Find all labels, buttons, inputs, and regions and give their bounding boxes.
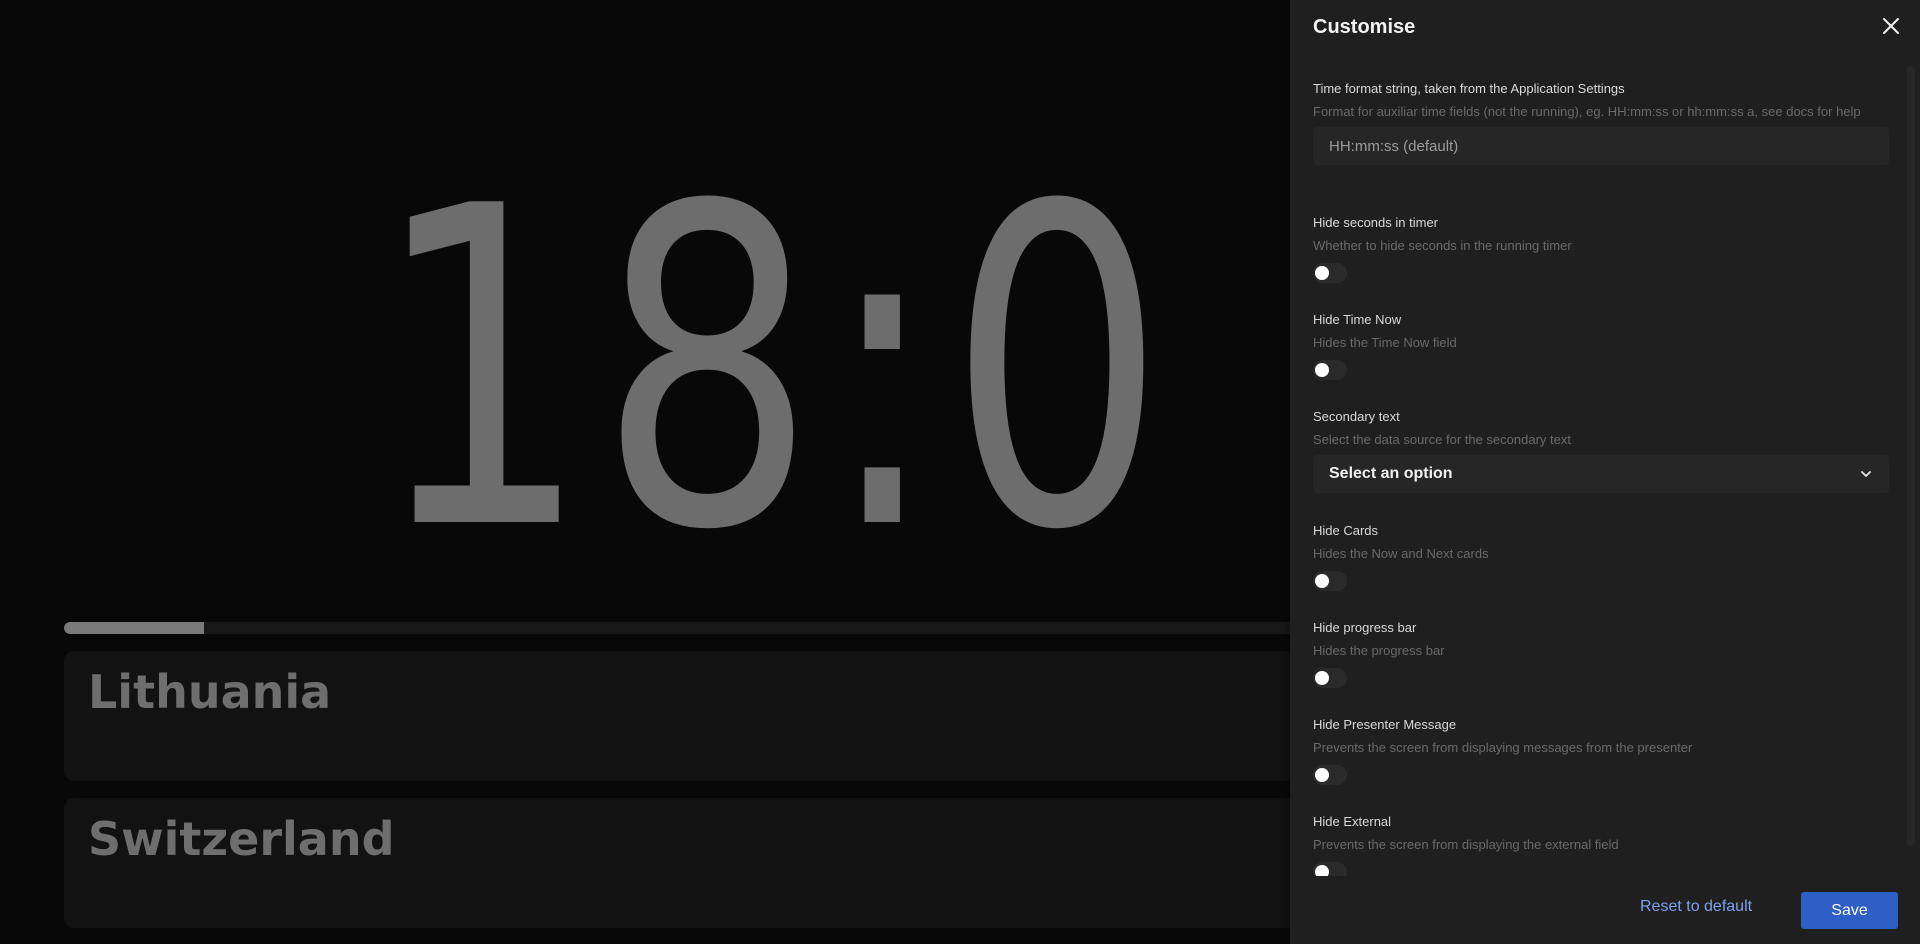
field-label: Time format string, taken from the Appli… [1313,81,1625,96]
field-hide-cards: Hide Cards Hides the Now and Next cards [1313,522,1889,591]
field-description: Hides the progress bar [1313,643,1445,658]
toggle-knob [1315,363,1329,377]
hide-progress-bar-toggle[interactable] [1313,668,1347,688]
now-card-title: Lithuania [88,665,332,719]
field-label: Hide External [1313,814,1392,829]
save-button[interactable]: Save [1801,892,1898,929]
toggle-knob [1315,671,1329,685]
field-description: Select the data source for the secondary… [1313,432,1571,447]
close-icon [1883,18,1899,34]
hide-cards-toggle[interactable] [1313,571,1347,591]
field-description: Prevents the screen from displaying mess… [1313,740,1693,755]
field-hide-presenter-message: Hide Presenter Message Prevents the scre… [1313,716,1889,785]
settings-list: Time format string, taken from the Appli… [1290,66,1920,876]
field-description: Prevents the screen from displaying the … [1313,837,1619,852]
field-label: Hide seconds in timer [1313,215,1438,230]
field-description: Format for auxiliar time fields (not the… [1313,104,1861,119]
hide-seconds-toggle[interactable] [1313,263,1347,283]
field-label: Hide Time Now [1313,312,1402,327]
secondary-text-select[interactable]: Select an option [1313,455,1889,493]
hide-time-now-toggle[interactable] [1313,360,1347,380]
reset-to-default-button[interactable]: Reset to default [1640,898,1752,916]
toggle-knob [1315,574,1329,588]
next-card-title: Switzerland [88,812,395,866]
field-label: Hide Cards [1313,523,1379,538]
toggle-knob [1315,768,1329,782]
hide-presenter-message-toggle[interactable] [1313,765,1347,785]
field-time-format: Time format string, taken from the Appli… [1313,80,1889,165]
field-secondary-text: Secondary text Select the data source fo… [1313,408,1889,493]
select-value: Select an option [1329,465,1453,482]
drawer-footer: Reset to default Save [1290,890,1920,930]
progress-bar-fill [64,622,204,634]
chevron-down-icon [1861,471,1871,477]
customise-drawer: Customise Time format string, taken from… [1290,0,1920,944]
field-hide-time-now: Hide Time Now Hides the Time Now field [1313,311,1889,380]
field-hide-external: Hide External Prevents the screen from d… [1313,813,1889,876]
field-description: Hides the Time Now field [1313,335,1457,350]
field-description: Whether to hide seconds in the running t… [1313,238,1572,253]
field-hide-seconds: Hide seconds in timer Whether to hide se… [1313,214,1889,283]
hide-external-toggle[interactable] [1313,862,1347,876]
field-hide-progress-bar: Hide progress bar Hides the progress bar [1313,619,1889,688]
toggle-knob [1315,865,1329,876]
toggle-knob [1315,266,1329,280]
field-label: Secondary text [1313,409,1400,424]
field-label: Hide progress bar [1313,620,1417,635]
running-timer: 18:0 [372,114,1174,626]
close-button[interactable] [1879,14,1903,38]
field-label: Hide Presenter Message [1313,717,1457,732]
field-description: Hides the Now and Next cards [1313,546,1489,561]
time-format-input[interactable] [1313,127,1889,165]
drawer-title: Customise [1313,16,1416,38]
